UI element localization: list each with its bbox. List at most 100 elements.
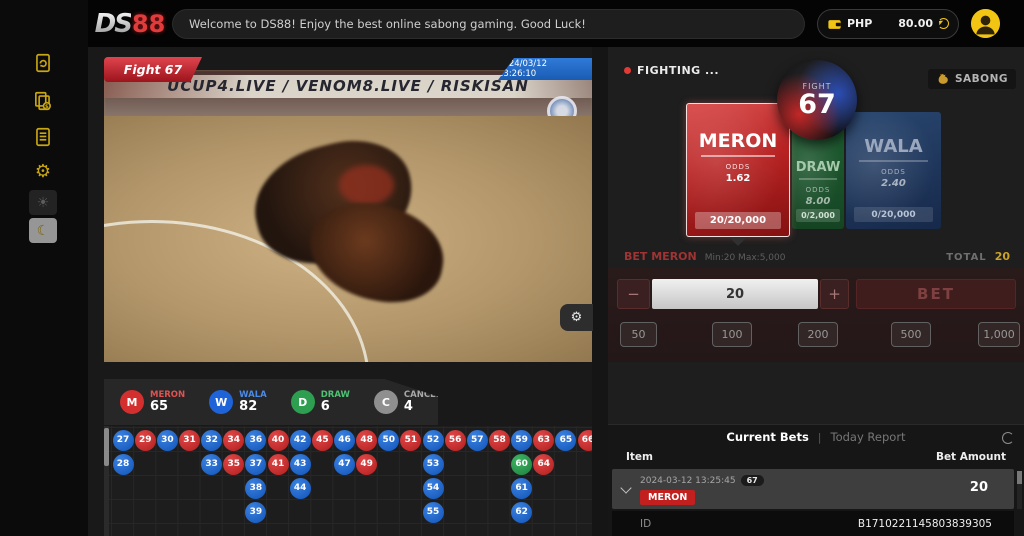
stat-count: 6 xyxy=(321,400,350,414)
quick-chip-200[interactable]: 200 xyxy=(798,322,838,347)
grid-scrollbar-thumb[interactable] xyxy=(104,428,109,466)
quick-chip-50[interactable]: 50 xyxy=(620,322,657,347)
balance-value: 80.00 xyxy=(877,17,933,30)
tab-today-report[interactable]: Today Report xyxy=(831,430,906,444)
currency-label: PHP xyxy=(847,17,872,30)
bets-tabs: Current Bets | Today Report xyxy=(608,430,1024,444)
wala-circle: W xyxy=(209,390,233,414)
ds88-logo[interactable]: DS 88 xyxy=(88,9,172,39)
decrease-bet-button[interactable]: − xyxy=(617,279,650,309)
pool-amount: 0/2,000 xyxy=(796,209,840,222)
cancel-circle: C xyxy=(374,390,398,414)
result-ball-46: 46 xyxy=(334,430,355,451)
stat-cancel: C CANCEL 4 xyxy=(374,390,441,414)
bet-card-meron[interactable]: MERON ODDS 1.62 20/20,000 xyxy=(686,103,790,237)
light-mode-icon[interactable]: ☀ xyxy=(29,190,57,215)
ds88-sabong-app: $ ⚙ ☀ ☾ DS 88 Welcome to DS88! Enjoy the… xyxy=(0,0,1024,536)
video-settings-button[interactable]: ⚙ xyxy=(560,304,593,331)
bet-row[interactable]: 2024-03-12 13:25:45 67 MERON 20 xyxy=(612,469,1014,509)
records-list-icon[interactable] xyxy=(28,124,58,150)
bet-info-line: BET MERON Min:20 Max:5,000 TOTAL 20 xyxy=(624,250,1010,263)
bet-side-badge: MERON xyxy=(640,490,695,505)
total-value: 20 xyxy=(995,250,1010,263)
bet-controls: − 20 + BET 50 100 200 500 1,000 xyxy=(608,268,1024,362)
bets-scrollbar[interactable] xyxy=(1017,471,1022,509)
person-icon xyxy=(971,9,1000,38)
result-ball-45: 45 xyxy=(312,430,333,451)
result-ball-43: 43 xyxy=(290,454,311,475)
quick-chip-100[interactable]: 100 xyxy=(712,322,752,347)
result-ball-39: 39 xyxy=(245,502,266,523)
wallet-pill[interactable]: PHP 80.00 xyxy=(817,9,959,39)
result-ball-41: 41 xyxy=(268,454,289,475)
bet-card-wala[interactable]: WALA ODDS 2.40 0/20,000 xyxy=(846,112,941,229)
result-ball-52: 52 xyxy=(423,430,444,451)
bet-datetime: 2024-03-12 13:25:45 67 xyxy=(640,475,764,486)
meron-circle: M xyxy=(120,390,144,414)
refresh-bets-icon[interactable] xyxy=(1002,432,1014,444)
fight-number-badge: Fight 67 xyxy=(104,57,202,82)
result-ball-55: 55 xyxy=(423,502,444,523)
result-ball-31: 31 xyxy=(179,430,200,451)
quick-chip-500[interactable]: 500 xyxy=(891,322,931,347)
refresh-balance-icon[interactable] xyxy=(938,18,949,29)
bet-fight-badge: 67 xyxy=(741,475,764,486)
result-ball-35: 35 xyxy=(223,454,244,475)
bet-id-label: ID xyxy=(640,518,651,530)
top-bar: DS 88 Welcome to DS88! Enjoy the best on… xyxy=(88,0,1024,47)
result-ball-61: 61 xyxy=(511,478,532,499)
provider-badge: SABONG xyxy=(928,69,1016,89)
result-ball-66: 66 xyxy=(578,430,592,451)
bet-on-label: BET MERON xyxy=(624,250,697,263)
result-ball-56: 56 xyxy=(445,430,466,451)
grid-scrollbar[interactable] xyxy=(104,426,109,536)
odds-label: ODDS xyxy=(806,186,831,194)
live-video-player[interactable]: UCUP4.LIVE / VENOM8.LIVE / RISKISAN xyxy=(104,70,592,362)
bets-table-header: Item Bet Amount xyxy=(608,451,1024,463)
user-avatar-button[interactable] xyxy=(971,9,1000,38)
results-history-grid[interactable]: 2729303132343640424546485051525657585963… xyxy=(104,426,592,536)
results-number-grid: 2729303132343640424546485051525657585963… xyxy=(112,428,592,524)
draw-circle: D xyxy=(291,390,315,414)
result-ball-54: 54 xyxy=(423,478,444,499)
tab-current-bets[interactable]: Current Bets xyxy=(726,430,808,444)
bet-limits: Min:20 Max:5,000 xyxy=(705,253,786,263)
odds-label: ODDS xyxy=(726,163,751,171)
current-bets-panel: Current Bets | Today Report Item Bet Amo… xyxy=(608,424,1024,536)
place-bet-button[interactable]: BET xyxy=(856,279,1016,309)
result-ball-28: 28 xyxy=(113,454,134,475)
rooster-red-feathers xyxy=(339,165,394,205)
result-ball-47: 47 xyxy=(334,454,355,475)
dark-mode-icon[interactable]: ☾ xyxy=(29,218,57,243)
result-ball-38: 38 xyxy=(245,478,266,499)
settings-gear-icon[interactable]: ⚙ xyxy=(28,158,58,184)
quick-chip-1000[interactable]: 1,000 xyxy=(978,322,1020,347)
fight-number: 67 xyxy=(798,91,836,119)
result-ball-49: 49 xyxy=(356,454,377,475)
result-ball-63: 63 xyxy=(533,430,554,451)
result-ball-57: 57 xyxy=(467,430,488,451)
bet-detail-row: ID B1710221145803839305 xyxy=(612,511,1014,536)
result-ball-33: 33 xyxy=(201,454,222,475)
chevron-down-icon xyxy=(620,482,631,493)
result-ball-53: 53 xyxy=(423,454,444,475)
result-ball-27: 27 xyxy=(113,430,134,451)
odds-value: 8.00 xyxy=(806,196,831,207)
total-label: TOTAL xyxy=(946,252,986,263)
result-ball-65: 65 xyxy=(555,430,576,451)
gear-icon: ⚙ xyxy=(571,310,583,325)
result-ball-32: 32 xyxy=(201,430,222,451)
bets-scrollbar-thumb[interactable] xyxy=(1017,471,1022,484)
odds-label: ODDS xyxy=(881,168,906,176)
bet-amount-input[interactable]: 20 xyxy=(652,279,818,309)
result-ball-50: 50 xyxy=(378,430,399,451)
col-bet-amount: Bet Amount xyxy=(936,451,1006,463)
card-title: DRAW xyxy=(796,160,841,175)
bet-history-icon[interactable] xyxy=(28,50,58,76)
card-divider xyxy=(701,155,774,157)
report-money-icon[interactable]: $ xyxy=(28,88,58,114)
svg-text:$: $ xyxy=(45,104,49,110)
live-dot-icon xyxy=(624,67,631,74)
result-ball-62: 62 xyxy=(511,502,532,523)
increase-bet-button[interactable]: + xyxy=(820,279,849,309)
